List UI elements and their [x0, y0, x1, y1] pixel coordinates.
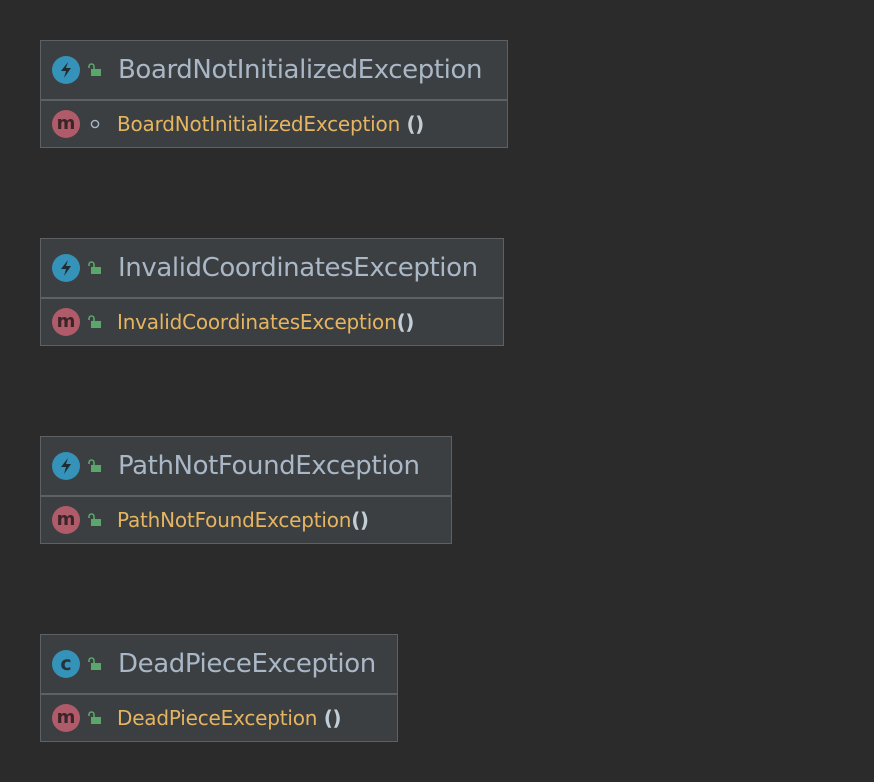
class-header: InvalidCoordinatesException	[41, 239, 503, 299]
class-name: PathNotFoundException	[118, 451, 420, 481]
method-parameters: ()	[400, 112, 425, 136]
method-m-icon: m	[52, 704, 80, 732]
class-name: InvalidCoordinatesException	[118, 253, 478, 283]
method-row[interactable]: m PathNotFoundException ()	[41, 497, 451, 543]
method-row[interactable]: m InvalidCoordinatesException ()	[41, 299, 503, 345]
method-name: DeadPieceException	[117, 706, 318, 730]
public-lock-icon	[87, 656, 103, 672]
class-name: BoardNotInitializedException	[118, 55, 483, 85]
exception-bolt-icon	[52, 452, 80, 480]
package-private-dot-icon	[87, 116, 103, 132]
method-row[interactable]: m DeadPieceException ()	[41, 695, 397, 741]
uml-class-box[interactable]: PathNotFoundException m PathNotFoundExce…	[40, 436, 452, 544]
method-name: BoardNotInitializedException	[117, 112, 401, 136]
method-m-icon: m	[52, 110, 80, 138]
method-m-icon: m	[52, 506, 80, 534]
class-header: PathNotFoundException	[41, 437, 451, 497]
exception-bolt-icon	[52, 56, 80, 84]
class-header: c DeadPieceException	[41, 635, 397, 695]
public-lock-icon	[87, 458, 103, 474]
method-row[interactable]: m BoardNotInitializedException ()	[41, 101, 507, 147]
public-lock-icon	[87, 512, 103, 528]
uml-class-box[interactable]: InvalidCoordinatesException m InvalidCoo…	[40, 238, 504, 346]
public-lock-icon	[87, 62, 103, 78]
method-parameters: ()	[317, 706, 342, 730]
method-parameters: ()	[396, 310, 415, 334]
class-header: BoardNotInitializedException	[41, 41, 507, 101]
public-lock-icon	[87, 710, 103, 726]
class-c-icon: c	[52, 650, 80, 678]
method-name: PathNotFoundException	[117, 508, 352, 532]
method-m-icon: m	[52, 308, 80, 336]
uml-class-box[interactable]: BoardNotInitializedException m BoardNotI…	[40, 40, 508, 148]
public-lock-icon	[87, 314, 103, 330]
exception-bolt-icon	[52, 254, 80, 282]
class-name: DeadPieceException	[118, 649, 376, 679]
method-parameters: ()	[351, 508, 369, 532]
public-lock-icon	[87, 260, 103, 276]
uml-class-box[interactable]: c DeadPieceException m DeadPieceExceptio…	[40, 634, 398, 742]
method-name: InvalidCoordinatesException	[117, 310, 397, 334]
